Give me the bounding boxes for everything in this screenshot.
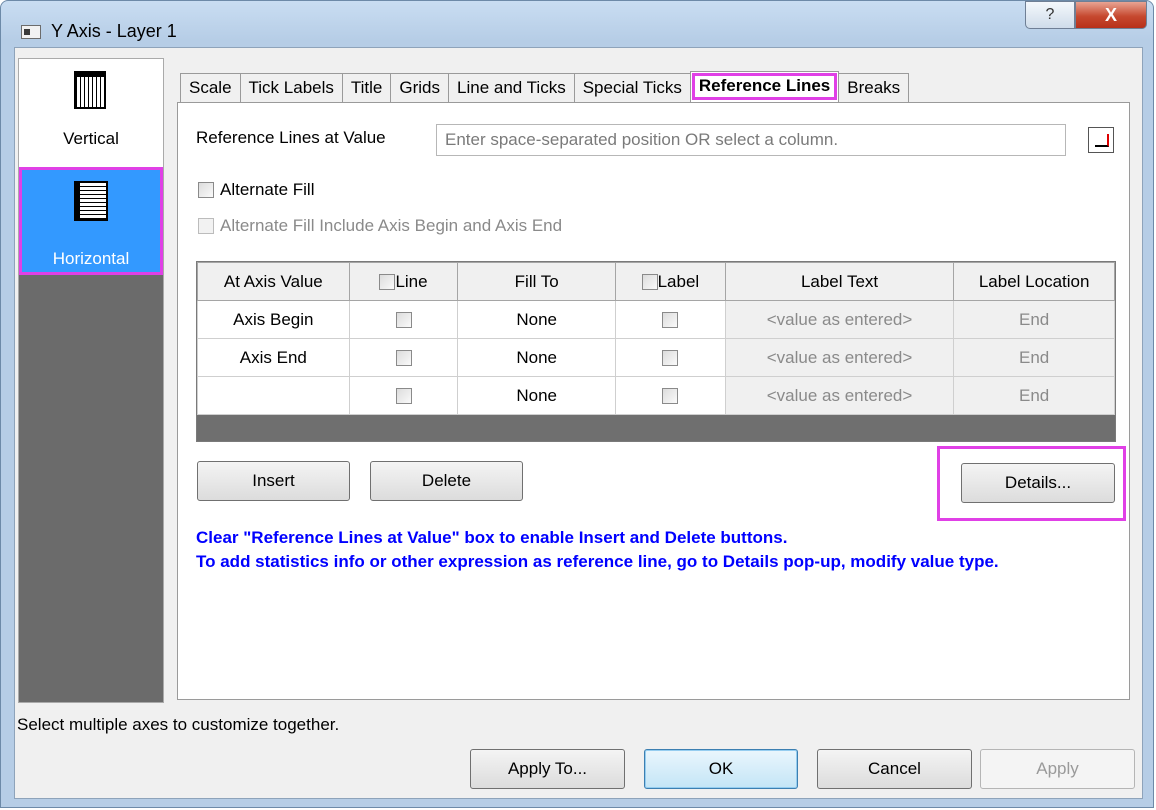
label-location-cell[interactable]: End [953, 338, 1115, 377]
apply-to-button[interactable]: Apply To... [470, 749, 625, 789]
tab-breaks[interactable]: Breaks [838, 73, 910, 102]
col-header-fill-to: Fill To [457, 262, 617, 301]
fill-to-cell[interactable]: None [457, 338, 617, 377]
alternate-fill-label: Alternate Fill [220, 180, 315, 199]
note-line-1: Clear "Reference Lines at Value" box to … [196, 528, 788, 547]
col-header-label[interactable]: Label [615, 262, 726, 301]
apply-button[interactable]: Apply [980, 749, 1135, 789]
checkbox-icon[interactable] [395, 312, 412, 329]
note-line-2: To add statistics info or other expressi… [196, 552, 999, 571]
axis-selector: Vertical Horizontal [18, 58, 164, 703]
tab-line-and-ticks[interactable]: Line and Ticks [448, 73, 575, 102]
label-text-cell[interactable]: <value as entered> [724, 338, 955, 377]
grid-header-row: At Axis Value Line Fill To Label Label T… [197, 262, 1115, 301]
fill-to-cell[interactable]: None [457, 300, 617, 339]
line-cell[interactable] [348, 376, 459, 415]
fill-to-cell[interactable]: None [457, 376, 617, 415]
checkbox-icon[interactable] [641, 274, 658, 291]
sidebar-item-horizontal[interactable]: Horizontal [19, 167, 163, 275]
alternate-fill-axis-label: Alternate Fill Include Axis Begin and Ax… [220, 216, 563, 235]
label-text-cell[interactable]: <value as entered> [724, 376, 955, 415]
vertical-axis-icon [74, 71, 106, 109]
tab-special-ticks[interactable]: Special Ticks [573, 73, 691, 102]
col-header-label-label: Label [657, 271, 700, 291]
col-header-label-location: Label Location [953, 262, 1115, 301]
sidebar-item-vertical[interactable]: Vertical [19, 59, 163, 167]
table-row: Axis End None <value as entered> End [197, 338, 1115, 377]
app-icon [21, 25, 41, 39]
line-cell[interactable] [348, 338, 459, 377]
tab-reference-lines[interactable]: Reference Lines [689, 71, 840, 102]
label-cell[interactable] [615, 376, 726, 415]
label-location-cell[interactable]: End [953, 300, 1115, 339]
delete-button[interactable]: Delete [370, 461, 523, 501]
at-axis-value-cell[interactable] [197, 376, 350, 415]
tab-bar: Scale Tick Labels Title Grids Line and T… [180, 71, 910, 102]
details-highlight [937, 446, 1126, 521]
checkbox-icon[interactable] [395, 388, 412, 405]
table-row: Axis Begin None <value as entered> End [197, 300, 1115, 339]
horizontal-axis-icon [74, 181, 108, 221]
ok-button[interactable]: OK [644, 749, 798, 789]
checkbox-icon [198, 182, 214, 198]
tab-tick-labels[interactable]: Tick Labels [239, 73, 343, 102]
reference-lines-grid: At Axis Value Line Fill To Label Label T… [196, 261, 1116, 442]
label-text-cell[interactable]: <value as entered> [724, 300, 955, 339]
tab-title[interactable]: Title [341, 73, 392, 102]
help-button[interactable]: ? [1025, 1, 1075, 29]
checkbox-icon [198, 218, 214, 234]
status-text: Select multiple axes to customize togeth… [17, 715, 340, 734]
insert-button[interactable]: Insert [197, 461, 350, 501]
checkbox-icon[interactable] [379, 274, 396, 291]
table-row: None <value as entered> End [197, 376, 1115, 415]
col-header-at-axis-value: At Axis Value [197, 262, 350, 301]
label-cell[interactable] [615, 338, 726, 377]
col-header-line-label: Line [395, 271, 428, 291]
tab-grids[interactable]: Grids [390, 73, 450, 102]
at-axis-value-cell[interactable]: Axis End [197, 338, 350, 377]
col-header-label-text: Label Text [724, 262, 955, 301]
close-button[interactable]: X [1075, 1, 1147, 29]
tab-scale[interactable]: Scale [180, 73, 241, 102]
line-cell[interactable] [348, 300, 459, 339]
title-bar[interactable]: Y Axis - Layer 1 ? X [1, 1, 1153, 47]
label-location-cell[interactable]: End [953, 376, 1115, 415]
label-cell[interactable] [615, 300, 726, 339]
checkbox-icon[interactable] [662, 350, 679, 367]
ref-lines-label: Reference Lines at Value [196, 128, 386, 147]
select-column-button[interactable] [1088, 127, 1114, 153]
checkbox-icon[interactable] [395, 350, 412, 367]
checkbox-icon[interactable] [662, 312, 679, 329]
col-header-line[interactable]: Line [348, 262, 459, 301]
window-title: Y Axis - Layer 1 [51, 21, 177, 41]
at-axis-value-cell[interactable]: Axis Begin [197, 300, 350, 339]
sidebar-item-label: Horizontal [52, 249, 130, 268]
sidebar-item-label: Vertical [63, 129, 119, 148]
alternate-fill-axis-checkbox[interactable]: Alternate Fill Include Axis Begin and Ax… [198, 216, 562, 236]
cancel-button[interactable]: Cancel [817, 749, 972, 789]
ref-lines-input[interactable]: Enter space-separated position OR select… [436, 124, 1066, 156]
alternate-fill-checkbox[interactable]: Alternate Fill [198, 180, 314, 200]
checkbox-icon[interactable] [662, 388, 679, 405]
